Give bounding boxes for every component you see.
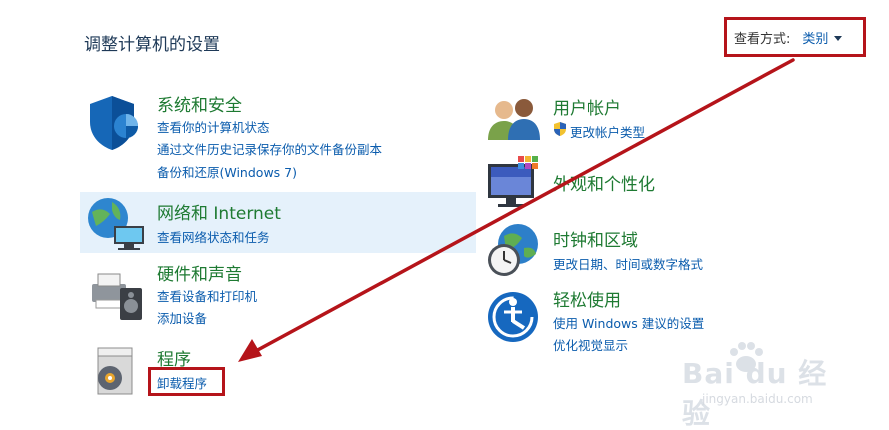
watermark-brand: Bai du 经验 (682, 357, 828, 430)
watermark-logo: Bai du 经验 jingyan.baidu.com (682, 340, 852, 430)
watermark-url: jingyan.baidu.com (702, 392, 813, 406)
